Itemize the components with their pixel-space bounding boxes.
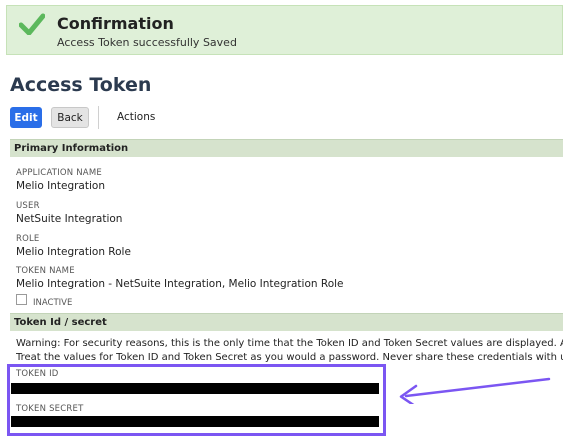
edit-button[interactable]: Edit: [10, 107, 42, 128]
back-button[interactable]: Back: [51, 107, 89, 128]
page-title: Access Token: [10, 74, 152, 96]
check-icon: [19, 13, 45, 35]
section-header-primary-information[interactable]: Primary Information: [10, 139, 563, 157]
token-id-label: TOKEN ID: [16, 369, 59, 379]
warning-line-2: Treat the values for Token ID and Token …: [16, 352, 563, 363]
confirmation-banner: Confirmation Access Token successfully S…: [6, 5, 563, 55]
actions-menu[interactable]: Actions: [117, 111, 155, 123]
inactive-label: INACTIVE: [33, 298, 73, 308]
user-value[interactable]: NetSuite Integration: [16, 213, 122, 225]
token-name-label: TOKEN NAME: [16, 266, 75, 276]
arrow-annotation-icon: [399, 377, 551, 404]
token-name-value: Melio Integration - NetSuite Integration…: [16, 278, 344, 290]
token-id-redacted-value: [11, 383, 379, 394]
token-secret-redacted-value: [11, 416, 379, 427]
warning-line-1: Warning: For security reasons, this is t…: [16, 338, 563, 349]
token-secret-label: TOKEN SECRET: [16, 404, 84, 414]
toolbar-divider: [98, 106, 99, 129]
user-label: USER: [16, 201, 40, 211]
confirmation-message: Access Token successfully Saved: [57, 36, 237, 49]
role-value[interactable]: Melio Integration Role: [16, 246, 131, 258]
security-warning: Warning: For security reasons, this is t…: [16, 337, 563, 365]
section-header-token-secret[interactable]: Token Id / secret: [10, 313, 563, 331]
role-label: ROLE: [16, 234, 40, 244]
inactive-checkbox[interactable]: [16, 294, 27, 305]
application-name-value: Melio Integration: [16, 180, 105, 192]
confirmation-title: Confirmation: [57, 14, 174, 33]
application-name-label: APPLICATION NAME: [16, 168, 102, 178]
